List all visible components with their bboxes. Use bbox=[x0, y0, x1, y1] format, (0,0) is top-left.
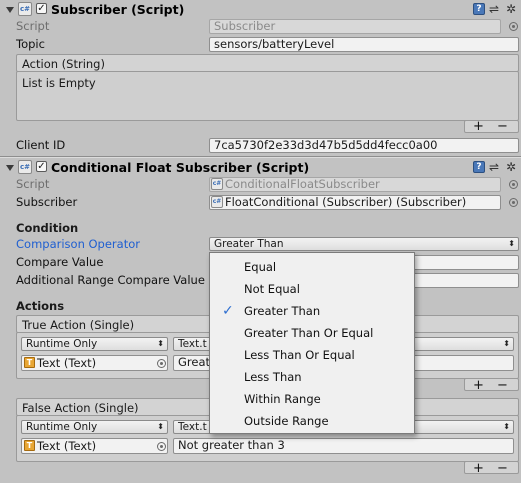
remove-listener-button[interactable]: − bbox=[497, 120, 508, 133]
preset-icon[interactable]: ⇌ bbox=[489, 161, 499, 173]
popup-option-label: Not Equal bbox=[244, 282, 300, 296]
popup-option-less-than[interactable]: Less Than bbox=[210, 366, 414, 388]
false-action-mode-dropdown[interactable]: Runtime Only ⬍ bbox=[21, 420, 168, 434]
checkmark-icon: ✓ bbox=[222, 303, 234, 319]
subscriber-field[interactable]: c# FloatConditional (Subscriber) (Subscr… bbox=[209, 195, 501, 210]
topic-input[interactable]: sensors/batteryLevel bbox=[209, 37, 519, 52]
comparison-operator-dropdown[interactable]: Greater Than ⬍ bbox=[209, 237, 519, 251]
popup-option-label: Outside Range bbox=[244, 414, 329, 428]
topic-label: Topic bbox=[16, 37, 45, 51]
additional-range-label: Additional Range Compare Value bbox=[16, 273, 205, 287]
conditional-enabled-checkbox[interactable]: ✓ bbox=[36, 161, 47, 172]
popup-option-label: Equal bbox=[244, 260, 277, 274]
script-field: Subscriber bbox=[209, 19, 501, 34]
popup-option-not-equal[interactable]: Not Equal bbox=[210, 278, 414, 300]
conditional-title: Conditional Float Subscriber (Script) bbox=[51, 160, 310, 175]
subscriber-title: Subscriber (Script) bbox=[51, 2, 185, 17]
object-picker-icon[interactable] bbox=[509, 198, 518, 207]
script-label: Script bbox=[16, 177, 50, 191]
false-action-mode-value: Runtime Only bbox=[26, 421, 98, 433]
true-action-title: True Action (Single) bbox=[22, 318, 135, 332]
dropdown-arrow-icon: ⬍ bbox=[508, 239, 515, 248]
popup-option-greater-than-or-equal[interactable]: Greater Than Or Equal bbox=[210, 322, 414, 344]
script-icon: c# bbox=[18, 2, 32, 16]
script-field: c# ConditionalFloatSubscriber bbox=[209, 177, 501, 192]
true-action-target-field[interactable]: T Text (Text) bbox=[21, 355, 168, 371]
false-action-target-value: Text (Text) bbox=[37, 439, 97, 453]
client-id-field[interactable]: 7ca5730f2e33d3d47b5d5dd4fecc0a00 bbox=[209, 138, 519, 153]
popup-option-greater-than[interactable]: ✓ Greater Than bbox=[210, 300, 414, 322]
script-label: Script bbox=[16, 19, 50, 33]
dropdown-arrow-icon: ⬍ bbox=[157, 339, 164, 348]
preset-icon[interactable]: ⇌ bbox=[489, 3, 499, 15]
action-event-list: List is Empty bbox=[16, 71, 519, 121]
actions-heading: Actions bbox=[16, 299, 65, 313]
gear-icon[interactable]: ✲ bbox=[506, 3, 516, 15]
popup-option-label: Less Than bbox=[244, 370, 302, 384]
popup-option-label: Less Than Or Equal bbox=[244, 348, 355, 362]
action-event-title: Action (String) bbox=[22, 57, 105, 71]
script-field-value: ConditionalFloatSubscriber bbox=[225, 177, 380, 191]
comparison-operator-value: Greater Than bbox=[214, 238, 284, 250]
popup-option-within-range[interactable]: Within Range bbox=[210, 388, 414, 410]
object-picker-icon[interactable] bbox=[157, 442, 166, 451]
dropdown-arrow-icon: ⬍ bbox=[503, 339, 510, 348]
false-action-target-field[interactable]: T Text (Text) bbox=[21, 438, 168, 454]
script-icon: c# bbox=[18, 160, 32, 174]
popup-option-label: Greater Than Or Equal bbox=[244, 326, 374, 340]
comparison-operator-popup: Equal Not Equal ✓ Greater Than Greater T… bbox=[209, 252, 415, 434]
popup-option-equal[interactable]: Equal bbox=[210, 256, 414, 278]
false-action-argument-input[interactable]: Not greater than 3 bbox=[173, 438, 514, 454]
true-action-mode-dropdown[interactable]: Runtime Only ⬍ bbox=[21, 337, 168, 351]
false-action-function-value: Text.t bbox=[178, 421, 207, 433]
script-field-icon: c# bbox=[211, 178, 223, 190]
dropdown-arrow-icon: ⬍ bbox=[157, 422, 164, 431]
text-component-icon: T bbox=[24, 357, 35, 368]
action-event-header: Action (String) bbox=[16, 54, 519, 72]
text-component-icon: T bbox=[24, 440, 35, 451]
popup-option-less-than-or-equal[interactable]: Less Than Or Equal bbox=[210, 344, 414, 366]
popup-option-outside-range[interactable]: Outside Range bbox=[210, 410, 414, 432]
list-empty-text: List is Empty bbox=[22, 76, 96, 90]
true-action-target-value: Text (Text) bbox=[37, 356, 97, 370]
component-divider-highlight bbox=[0, 157, 521, 158]
add-listener-button[interactable]: + bbox=[473, 379, 484, 392]
subscriber-enabled-checkbox[interactable]: ✓ bbox=[36, 3, 47, 14]
dropdown-arrow-icon: ⬍ bbox=[503, 422, 510, 431]
object-picker-icon[interactable] bbox=[157, 359, 166, 368]
popup-option-label: Within Range bbox=[244, 392, 321, 406]
comparison-operator-label: Comparison Operator bbox=[16, 237, 140, 251]
condition-heading: Condition bbox=[16, 221, 79, 235]
subscriber-label: Subscriber bbox=[16, 195, 78, 209]
remove-listener-button[interactable]: − bbox=[497, 462, 508, 475]
true-action-function-value: Text.t bbox=[178, 338, 207, 350]
object-picker-icon[interactable] bbox=[509, 180, 518, 189]
false-action-title: False Action (Single) bbox=[22, 401, 139, 415]
client-id-label: Client ID bbox=[16, 138, 66, 152]
subscriber-field-icon: c# bbox=[211, 196, 223, 208]
true-action-mode-value: Runtime Only bbox=[26, 338, 98, 350]
help-icon[interactable]: ? bbox=[473, 3, 485, 15]
compare-value-label: Compare Value bbox=[16, 255, 104, 269]
remove-listener-button[interactable]: − bbox=[497, 379, 508, 392]
subscriber-field-value: FloatConditional (Subscriber) (Subscribe… bbox=[225, 195, 467, 209]
popup-option-label: Greater Than bbox=[244, 304, 321, 318]
gear-icon[interactable]: ✲ bbox=[506, 161, 516, 173]
add-listener-button[interactable]: + bbox=[473, 462, 484, 475]
add-listener-button[interactable]: + bbox=[473, 120, 484, 133]
help-icon[interactable]: ? bbox=[473, 161, 485, 173]
subscriber-foldout-arrow[interactable] bbox=[6, 7, 14, 13]
object-picker-icon[interactable] bbox=[509, 22, 518, 31]
conditional-foldout-arrow[interactable] bbox=[6, 165, 14, 171]
